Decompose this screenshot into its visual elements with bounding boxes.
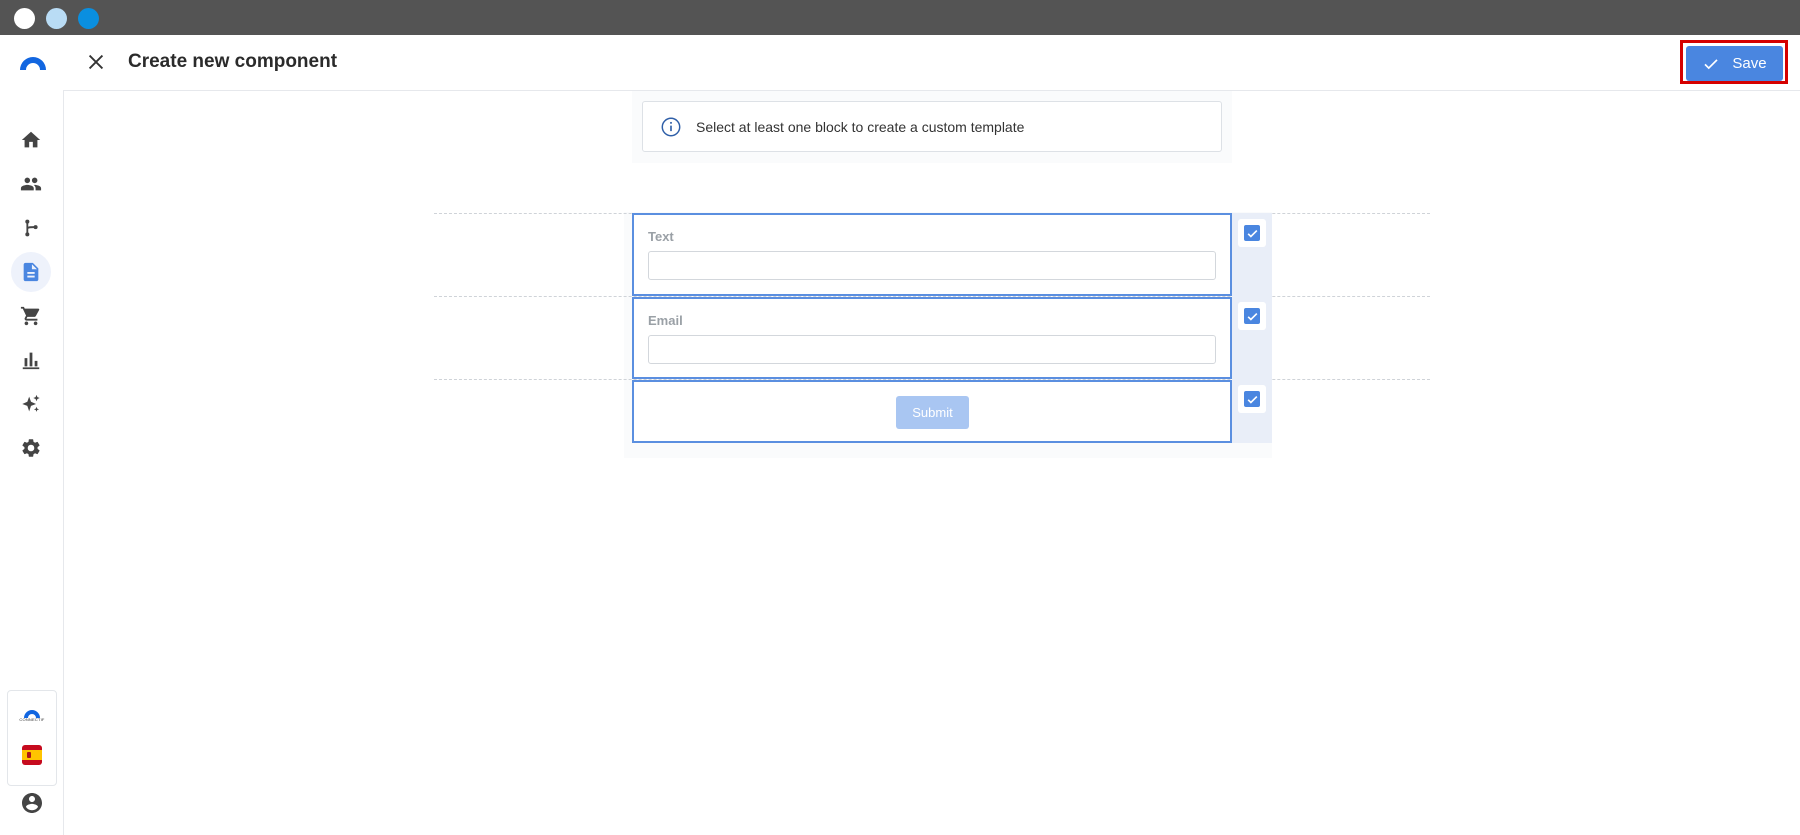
spain-flag-icon[interactable] [22,745,42,765]
people-icon[interactable] [11,164,51,204]
brand-logo-text: CONNECTIF [19,717,45,722]
brand-logo: CONNECTIF [19,705,45,725]
sidebar: CONNECTIF [0,35,64,835]
email-field-block[interactable]: Email [632,297,1232,379]
text-field-input[interactable] [648,251,1216,280]
app-logo[interactable] [18,53,48,71]
bar-chart-icon[interactable] [11,340,51,380]
checkmark-icon [1247,229,1257,238]
submit-block-checkbox[interactable] [1238,385,1266,413]
window-close-dot[interactable] [14,8,35,29]
account-circle-icon[interactable] [20,791,44,815]
checkmark-icon [1247,395,1257,404]
window-minimize-dot[interactable] [46,8,67,29]
checkmark-icon [1247,312,1257,321]
cart-icon[interactable] [11,296,51,336]
info-icon [661,117,681,136]
close-icon[interactable] [85,51,107,73]
info-banner-text: Select at least one block to create a cu… [696,118,1025,135]
submit-button[interactable]: Submit [896,396,969,429]
header: Create new component [63,35,1800,91]
window-maximize-dot[interactable] [78,8,99,29]
email-block-checkbox[interactable] [1238,302,1266,330]
brand-switcher[interactable]: CONNECTIF [7,690,57,786]
info-banner: Select at least one block to create a cu… [642,101,1222,152]
home-icon[interactable] [11,120,51,160]
text-block-checkbox[interactable] [1238,219,1266,247]
email-field-input[interactable] [648,335,1216,364]
check-icon [1704,58,1718,69]
branch-icon[interactable] [11,208,51,248]
window-title-bar [0,0,1800,35]
submit-button-block[interactable]: Submit [632,380,1232,443]
info-banner-container: Select at least one block to create a cu… [632,91,1232,163]
save-button[interactable]: Save [1686,46,1783,81]
email-field-label: Email [648,313,683,328]
text-field-block[interactable]: Text [632,213,1232,296]
document-icon[interactable] [11,252,51,292]
gear-icon[interactable] [11,428,51,468]
text-field-label: Text [648,229,674,244]
save-button-label: Save [1732,55,1767,72]
sparkles-icon[interactable] [11,384,51,424]
page-title: Create new component [128,51,338,72]
